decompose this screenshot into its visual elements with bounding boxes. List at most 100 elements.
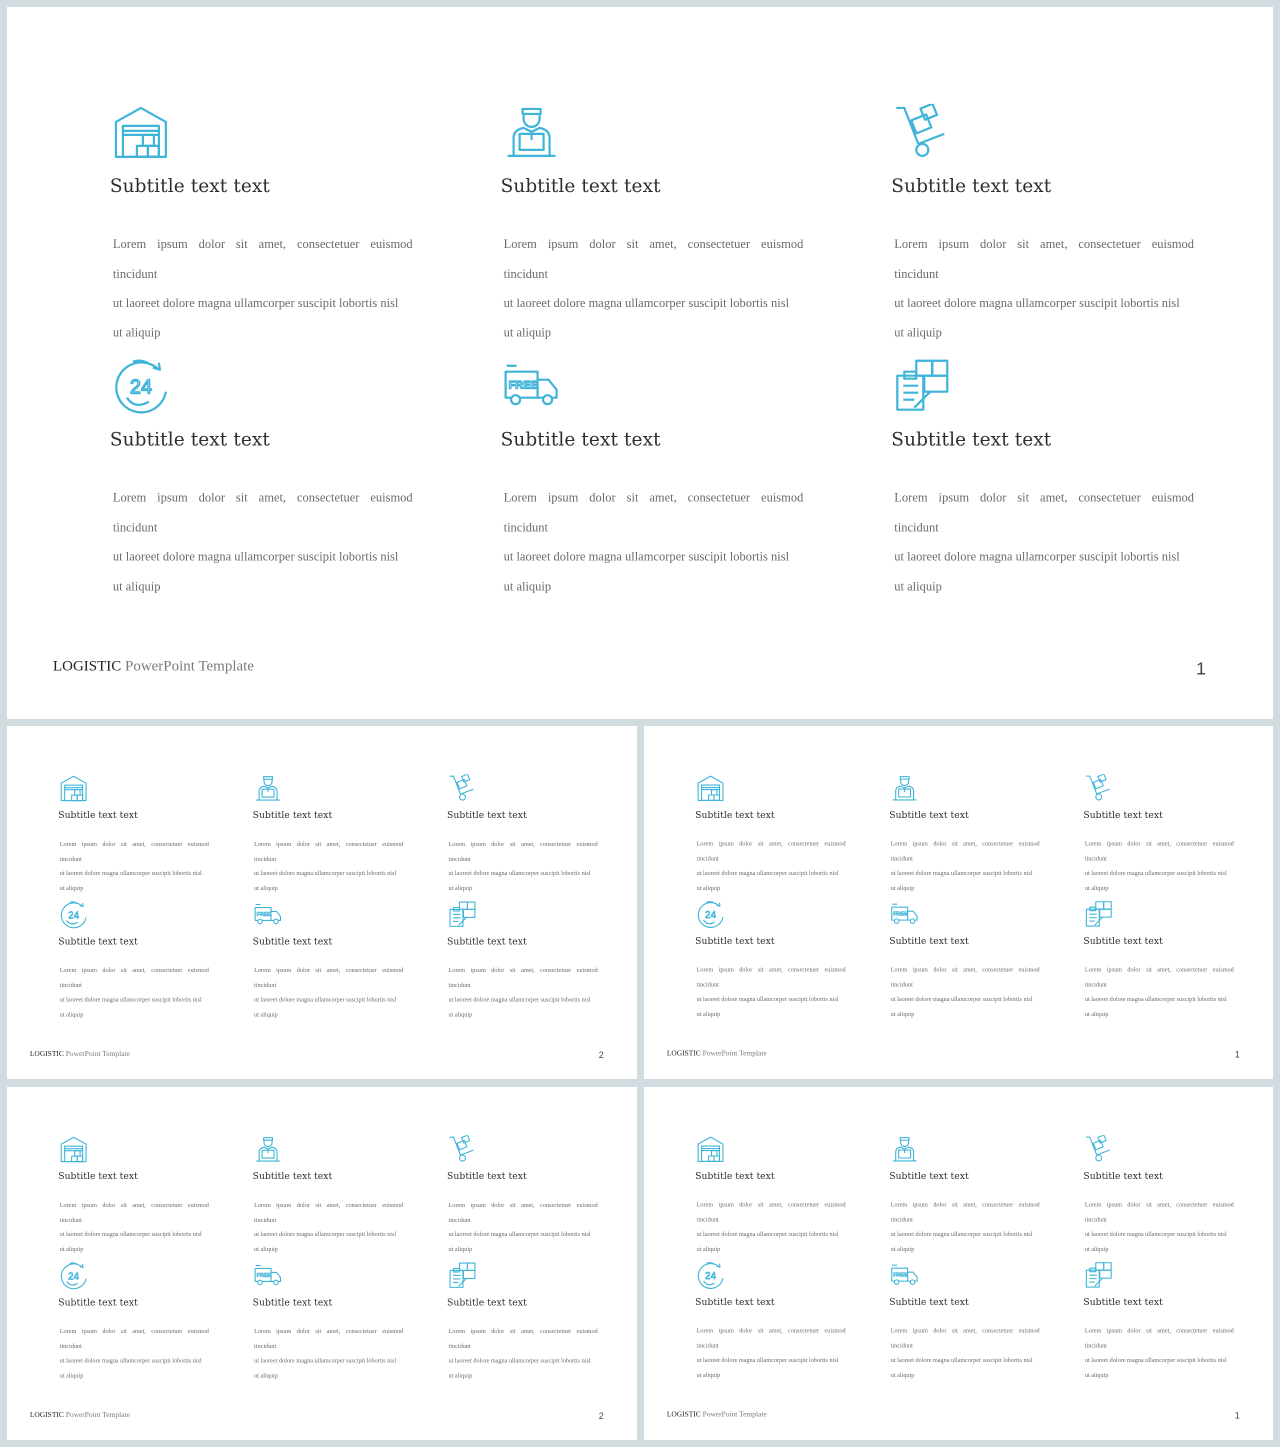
feature-description: Lorem ipsum dolor sit amet, consectetuer… xyxy=(1085,837,1234,896)
feature-description: Lorem ipsum dolor sit amet, consectetuer… xyxy=(449,963,598,1022)
feature-description: Lorem ipsum dolor sit amet, consectetuer… xyxy=(254,837,403,896)
description-line: ut aliquip xyxy=(254,1010,278,1018)
feature-description: Lorem ipsum dolor sit amet, consectetuer… xyxy=(1085,1324,1234,1383)
feature-description: Lorem ipsum dolor sit amet, consectetuer… xyxy=(60,1198,209,1257)
svg-text:24: 24 xyxy=(130,377,152,399)
description-line: ut laoreet dolore magna ullamcorper susc… xyxy=(696,1356,839,1364)
description-line: Lorem ipsum dolor sit amet, consectetuer… xyxy=(448,1201,598,1223)
feature-description: Lorem ipsum dolor sit amet, consectetuer… xyxy=(449,837,598,896)
description-line: Lorem ipsum dolor sit amet, consectetuer… xyxy=(112,490,413,535)
slide-2[interactable]: Subtitle text text Lorem ipsum dolor sit… xyxy=(7,726,637,1079)
feature-subtitle: Subtitle text text xyxy=(889,1170,969,1182)
feature-subtitle: Subtitle text text xyxy=(889,1296,969,1308)
footer-subtitle: PowerPoint Template xyxy=(124,658,254,675)
description-line: Lorem ipsum dolor sit amet, consectetuer… xyxy=(448,840,598,862)
description-line: ut aliquip xyxy=(890,1010,915,1018)
feature-subtitle: Subtitle text text xyxy=(500,429,661,451)
description-line: Lorem ipsum dolor sit amet, consectetuer… xyxy=(503,236,804,281)
slide-footer: LOGISTIC PowerPoint Template xyxy=(667,1050,767,1058)
clipboard-boxes-icon xyxy=(449,1262,477,1290)
slide-1[interactable]: Subtitle text text Lorem ipsum dolor sit… xyxy=(7,7,1273,719)
feature-description: Lorem ipsum dolor sit amet, consectetuer… xyxy=(254,963,403,1022)
description-line: ut aliquip xyxy=(448,1010,473,1018)
footer-brand: LOGISTIC xyxy=(666,1049,701,1058)
description-line: ut aliquip xyxy=(59,1010,84,1018)
clipboard-boxes-icon xyxy=(1085,900,1113,928)
description-line: Lorem ipsum dolor sit amet, consectetuer… xyxy=(890,966,1040,988)
description-line: ut laoreet dolore magna ullamcorper susc… xyxy=(448,869,591,877)
feature-subtitle: Subtitle text text xyxy=(58,1171,138,1182)
description-line: ut laoreet dolore magna ullamcorper susc… xyxy=(254,996,397,1003)
description-line: Lorem ipsum dolor sit amet, consectetuer… xyxy=(696,966,846,988)
description-line: ut laoreet dolore magna ullamcorper susc… xyxy=(696,995,839,1003)
description-line: ut aliquip xyxy=(696,884,721,892)
description-line: Lorem ipsum dolor sit amet, consectetuer… xyxy=(890,1327,1040,1349)
feature-subtitle: Subtitle text text xyxy=(58,1297,138,1308)
description-line: ut aliquip xyxy=(254,1371,278,1379)
description-line: ut laoreet dolore magna ullamcorper susc… xyxy=(503,549,790,564)
description-line: ut aliquip xyxy=(894,325,942,340)
page-number: 2 xyxy=(598,1411,604,1422)
description-line: ut aliquip xyxy=(1084,1371,1109,1379)
feature-description: Lorem ipsum dolor sit amet, consectetuer… xyxy=(697,1324,846,1383)
hand-truck-icon xyxy=(449,1135,477,1163)
feature-subtitle: Subtitle text text xyxy=(252,810,333,821)
description-line: ut laoreet dolore magna ullamcorper susc… xyxy=(1084,1230,1227,1238)
description-line: ut laoreet dolore magna ullamcorper susc… xyxy=(254,869,397,877)
feature-subtitle: Subtitle text text xyxy=(252,1171,333,1182)
description-line: ut aliquip xyxy=(503,579,552,594)
svg-text:FREE: FREE xyxy=(257,912,272,918)
feature-subtitle: Subtitle text text xyxy=(891,429,1052,451)
feature-description: Lorem ipsum dolor sit amet, consectetuer… xyxy=(891,1198,1040,1257)
description-line: ut laoreet dolore magna ullamcorper susc… xyxy=(448,1357,591,1364)
feature-description: Lorem ipsum dolor sit amet, consectetuer… xyxy=(113,484,413,602)
slide-footer: LOGISTIC PowerPoint Template xyxy=(30,1050,130,1058)
description-line: ut aliquip xyxy=(890,884,915,892)
feature-description: Lorem ipsum dolor sit amet, consectetuer… xyxy=(504,230,804,348)
feature-subtitle: Subtitle text text xyxy=(1083,1170,1163,1182)
description-line: ut aliquip xyxy=(59,1245,84,1253)
description-line: ut aliquip xyxy=(696,1371,721,1379)
feature-description: Lorem ipsum dolor sit amet, consectetuer… xyxy=(891,963,1040,1022)
description-line: Lorem ipsum dolor sit amet, consectetuer… xyxy=(59,840,209,862)
description-line: ut aliquip xyxy=(59,1371,84,1379)
description-line: ut aliquip xyxy=(112,325,161,340)
slide-content: Subtitle text text Lorem ipsum dolor sit… xyxy=(7,1087,637,1440)
feature-description: Lorem ipsum dolor sit amet, consectetuer… xyxy=(449,1324,598,1383)
slide-content: Subtitle text text Lorem ipsum dolor sit… xyxy=(7,726,637,1079)
description-line: Lorem ipsum dolor sit amet, consectetuer… xyxy=(696,840,846,862)
slide-footer: LOGISTIC PowerPoint Template xyxy=(30,1411,130,1419)
feature-subtitle: Subtitle text text xyxy=(695,809,775,821)
feature-subtitle: Subtitle text text xyxy=(1083,809,1163,821)
24-hours-icon: 24 xyxy=(697,1261,725,1289)
description-line: ut aliquip xyxy=(503,325,552,340)
feature-description: Lorem ipsum dolor sit amet, consectetuer… xyxy=(894,484,1194,602)
footer-subtitle: PowerPoint Template xyxy=(65,1411,130,1420)
description-line: ut laoreet dolore magna ullamcorper susc… xyxy=(890,1356,1033,1364)
description-line: ut aliquip xyxy=(112,579,161,594)
free-delivery-truck-icon: FREE xyxy=(504,358,560,414)
description-line: Lorem ipsum dolor sit amet, consectetuer… xyxy=(112,236,413,281)
feature-description: Lorem ipsum dolor sit amet, consectetuer… xyxy=(697,837,846,896)
free-delivery-truck-icon: FREE xyxy=(891,900,919,928)
clipboard-boxes-icon xyxy=(449,901,477,929)
description-line: ut laoreet dolore magna ullamcorper susc… xyxy=(59,1357,202,1364)
hand-truck-icon xyxy=(894,103,950,160)
24-hours-icon: 24 xyxy=(113,358,169,414)
slide-3[interactable]: Subtitle text text Lorem ipsum dolor sit… xyxy=(644,726,1273,1079)
description-line: ut laoreet dolore magna ullamcorper susc… xyxy=(254,1230,397,1238)
delivery-man-icon xyxy=(891,774,919,802)
slide-4[interactable]: Subtitle text text Lorem ipsum dolor sit… xyxy=(7,1087,637,1440)
description-line: ut laoreet dolore magna ullamcorper susc… xyxy=(890,1230,1033,1238)
svg-text:FREE: FREE xyxy=(509,380,538,392)
24-hours-icon: 24 xyxy=(697,900,725,928)
clipboard-boxes-icon xyxy=(894,358,950,414)
footer-subtitle: PowerPoint Template xyxy=(702,1410,767,1419)
slide-5[interactable]: Subtitle text text Lorem ipsum dolor sit… xyxy=(644,1087,1273,1440)
svg-text:FREE: FREE xyxy=(257,1273,272,1279)
free-delivery-truck-icon: FREE xyxy=(891,1261,919,1289)
description-line: ut laoreet dolore magna ullamcorper susc… xyxy=(112,549,399,564)
feature-subtitle: Subtitle text text xyxy=(889,809,969,821)
description-line: ut laoreet dolore magna ullamcorper susc… xyxy=(503,295,790,310)
feature-description: Lorem ipsum dolor sit amet, consectetuer… xyxy=(113,230,413,348)
